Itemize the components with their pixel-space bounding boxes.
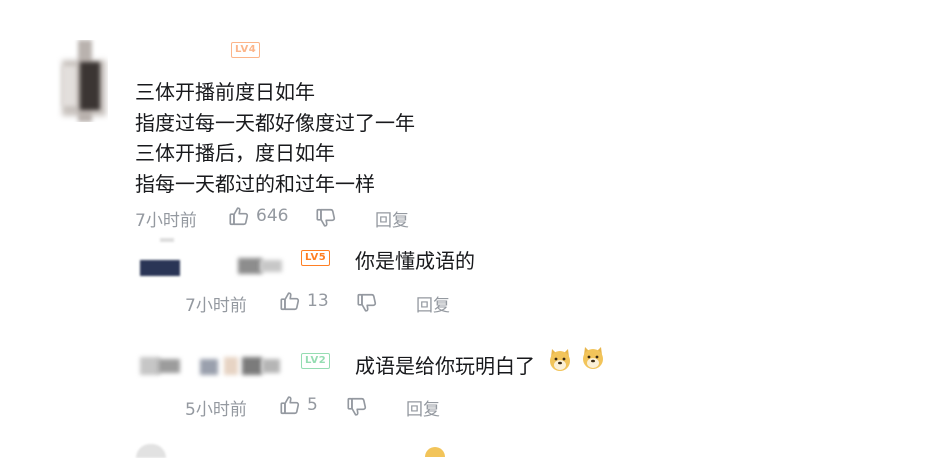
doge-emoji xyxy=(583,347,603,369)
level-badge: LV4 xyxy=(231,42,261,58)
thumbs-up-icon xyxy=(280,396,300,415)
thumbs-up-icon xyxy=(280,292,300,311)
reply-time: 5小时前 xyxy=(185,400,247,420)
avatar[interactable] xyxy=(56,40,108,122)
reply-button[interactable]: 回复 xyxy=(406,395,440,420)
doge-emoji xyxy=(550,349,570,371)
like-count: 13 xyxy=(307,291,329,311)
dislike-button[interactable] xyxy=(356,292,378,314)
level-badge: LV2 xyxy=(301,353,331,369)
reply-content: 你是懂成语的 xyxy=(355,249,475,273)
dislike-button[interactable] xyxy=(346,396,368,418)
next-reply-emoji-partial xyxy=(425,447,445,457)
thumbs-down-icon xyxy=(347,397,367,416)
comment-line: 指每一天都过的和过年一样 xyxy=(135,171,375,196)
thumbs-up-icon xyxy=(229,207,249,226)
thumbs-down-icon xyxy=(316,208,336,227)
level-badge: LV5 xyxy=(301,250,331,266)
comment-line: 三体开播后，度日如年 xyxy=(135,141,335,165)
reply-time: 7小时前 xyxy=(185,296,247,316)
next-reply-avatar-partial xyxy=(136,444,166,458)
like-count: 646 xyxy=(256,206,289,226)
like-count: 5 xyxy=(307,395,318,415)
reply-button[interactable]: 回复 xyxy=(416,291,450,316)
comment-line: 三体开播前度日如年 xyxy=(135,80,315,104)
username-blurred xyxy=(200,355,282,379)
like-button[interactable]: 13 xyxy=(279,290,329,312)
reply-avatar[interactable] xyxy=(140,355,184,379)
comment-content: 三体开播前度日如年 指度过每一天都好像度过了一年 三体开播后，度日如年 指每一天… xyxy=(135,77,415,199)
comment-line: 指度过每一天都好像度过了一年 xyxy=(135,110,415,135)
reply-button[interactable]: 回复 xyxy=(375,206,409,231)
reply-avatar[interactable] xyxy=(140,238,184,282)
reply-content: 成语是给你玩明白了 xyxy=(355,354,535,378)
comment-time: 7小时前 xyxy=(135,211,197,231)
like-button[interactable]: 646 xyxy=(228,205,288,227)
dislike-button[interactable] xyxy=(315,207,337,229)
like-button[interactable]: 5 xyxy=(279,394,318,416)
thumbs-down-icon xyxy=(357,293,377,312)
username-blurred xyxy=(238,258,282,274)
